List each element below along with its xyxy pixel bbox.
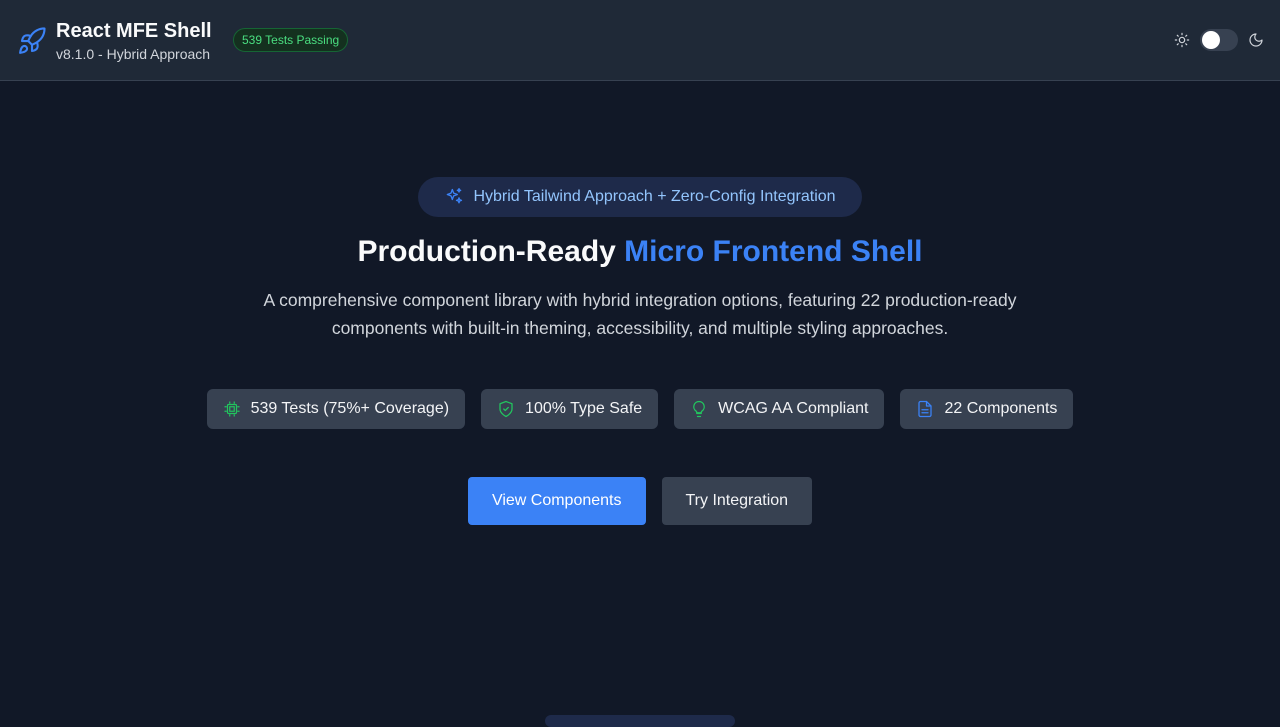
feature-components: 22 Components (900, 389, 1074, 429)
hero-title-accent: Micro Frontend Shell (624, 235, 923, 268)
sun-icon (1174, 32, 1190, 48)
shield-check-icon (499, 400, 513, 418)
view-components-button[interactable]: View Components (467, 477, 646, 525)
hero-badge-label: Hybrid Tailwind Approach + Zero-Config I… (473, 188, 836, 205)
tests-status-badge: 539 Tests Passing (233, 28, 349, 52)
hero-badge: Hybrid Tailwind Approach + Zero-Config I… (418, 177, 862, 217)
feature-wcag: WCAG AA Compliant (674, 389, 885, 429)
theme-toggle[interactable] (1200, 29, 1238, 51)
lightbulb-icon (693, 400, 705, 418)
feature-label: 100% Type Safe (525, 400, 643, 417)
feature-label: 22 Components (944, 400, 1058, 417)
try-integration-button[interactable]: Try Integration (661, 477, 813, 525)
feature-label: WCAG AA Compliant (718, 400, 869, 417)
theme-toggle-knob (1202, 31, 1220, 49)
app-header: React MFE Shell v8.1.0 - Hybrid Approach… (0, 0, 1280, 81)
feature-label: 539 Tests (75%+ Coverage) (250, 400, 450, 417)
sparkles-icon (447, 188, 463, 204)
theme-controls (1174, 28, 1264, 52)
feature-tests: 539 Tests (75%+ Coverage) (206, 389, 466, 429)
chip-icon (224, 401, 240, 417)
hero-description: A comprehensive component library with h… (263, 290, 1017, 338)
hero-title: Production-Ready Micro Frontend Shell (0, 232, 1280, 272)
hero-title-plain: Production-Ready (357, 235, 625, 268)
feature-list: 539 Tests (75%+ Coverage) 100% Type Safe… (0, 389, 1280, 429)
document-icon (918, 400, 933, 418)
next-section-badge (545, 715, 735, 727)
rocket-icon (19, 27, 46, 54)
moon-icon (1249, 33, 1263, 47)
hero-actions: View Components Try Integration (0, 477, 1280, 525)
app-version: v8.1.0 - Hybrid Approach (56, 46, 211, 62)
feature-type-safe: 100% Type Safe (481, 389, 659, 429)
app-title: React MFE Shell (56, 20, 212, 42)
